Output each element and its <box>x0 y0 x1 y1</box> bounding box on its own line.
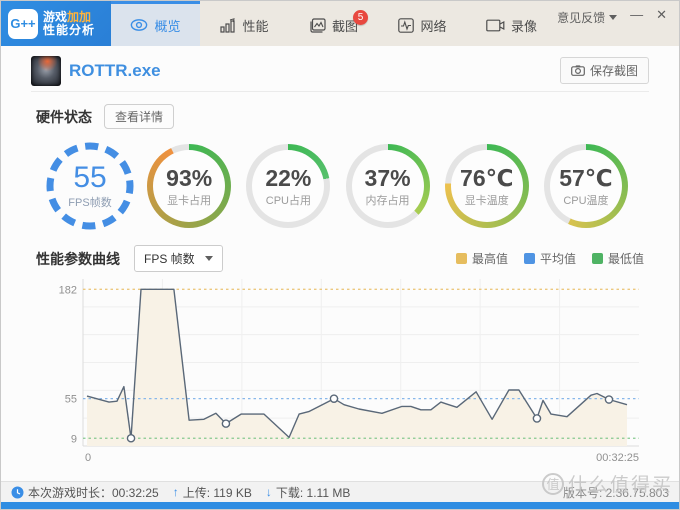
tab-label: 性能 <box>242 16 268 35</box>
gauge-value: 22% <box>265 165 311 191</box>
chevron-down-icon <box>205 256 213 261</box>
game-duration: 本次游戏时长：00:32:25 <box>11 484 159 501</box>
svg-text:55: 55 <box>65 394 77 406</box>
svg-text:9: 9 <box>71 433 77 445</box>
legend-max-swatch <box>456 253 467 264</box>
curve-title: 性能参数曲线 <box>36 249 120 269</box>
gauge-label: CPU占用 <box>265 192 311 208</box>
bars-icon <box>220 18 236 33</box>
hardware-status-header: 硬件状态 查看详情 <box>36 104 174 129</box>
gauge-value: 93% <box>166 165 212 191</box>
gauge-memory-usage: 37% 内存占用 <box>343 141 433 231</box>
camera-icon <box>571 65 585 76</box>
gauge-label: 内存占用 <box>365 192 411 208</box>
save-screenshot-label: 保存截图 <box>590 62 638 79</box>
app-window: G++ 游戏加加 性能分析 概览 性能 <box>0 0 680 510</box>
tab-screenshot[interactable]: 截图 5 <box>289 1 378 46</box>
feedback-menu[interactable]: 意见反馈 <box>557 9 617 26</box>
bottom-accent-strip <box>1 502 679 509</box>
tab-label: 网络 <box>420 16 446 35</box>
legend-avg-swatch <box>524 253 535 264</box>
game-header: ROTTR.exe 保存截图 <box>31 54 649 92</box>
gauge-cpu-temp: 57℃ CPU温度 <box>541 141 631 231</box>
gauge-label: 显卡温度 <box>460 192 513 208</box>
clock-icon <box>11 486 24 499</box>
fps-chart-container: 182 55 90 00:32:25 <box>34 279 648 472</box>
brand-line2: 性能分析 <box>43 24 95 37</box>
tab-network[interactable]: 网络 <box>378 1 467 46</box>
tab-record[interactable]: 录像 <box>467 1 556 46</box>
legend-max: 最高值 <box>456 250 508 267</box>
feedback-label: 意见反馈 <box>557 9 605 26</box>
gauge-label: FPS帧数 <box>68 194 111 210</box>
chevron-down-icon <box>609 15 617 20</box>
legend-min: 最低值 <box>592 250 644 267</box>
eye-icon <box>130 18 148 32</box>
legend-min-swatch <box>592 253 603 264</box>
view-details-button[interactable]: 查看详情 <box>104 104 174 129</box>
gamepp-logo-icon: G++ <box>8 9 38 39</box>
gauge-value: 57℃ <box>559 165 612 191</box>
hardware-status-title: 硬件状态 <box>36 107 92 127</box>
tab-label: 概览 <box>154 16 180 35</box>
metric-dropdown[interactable]: FPS 帧数 <box>134 245 223 272</box>
gauge-label: 显卡占用 <box>166 192 212 208</box>
game-title: ROTTR.exe <box>69 61 161 81</box>
close-button[interactable]: ✕ <box>656 9 667 21</box>
status-bar: 本次游戏时长：00:32:25 ↑ 上传: 119 KB ↓ 下载: 1.11 … <box>1 481 679 509</box>
fps-chart: 182 55 90 00:32:25 <box>34 279 648 467</box>
download-arrow-icon: ↓ <box>266 485 272 499</box>
video-icon <box>486 19 505 32</box>
brand-line1: 游戏加加 <box>43 11 95 24</box>
pulse-icon <box>398 18 414 33</box>
minimize-button[interactable]: — <box>630 9 643 21</box>
app-logo: G++ 游戏加加 性能分析 <box>1 1 111 46</box>
gauge-value: 55 <box>68 163 111 193</box>
download-speed: ↓ 下载: 1.11 MB <box>266 484 350 501</box>
gauge-value: 76℃ <box>460 165 513 191</box>
gauge-cpu-usage: 22% CPU占用 <box>243 141 333 231</box>
gauge-label: CPU温度 <box>559 192 612 208</box>
gauges-row: 55 FPS帧数 93% 显卡占用 22% CPU占用 37% 内存占用 <box>1 141 679 231</box>
gauge-gpu-usage: 93% 显卡占用 <box>144 141 234 231</box>
tab-bar: 概览 性能 截图 5 <box>111 1 557 46</box>
svg-text:0: 0 <box>85 452 91 464</box>
save-screenshot-button[interactable]: 保存截图 <box>560 57 649 84</box>
photo-icon <box>309 18 326 33</box>
upload-speed: ↑ 上传: 119 KB <box>173 484 252 501</box>
gauge-fps: 55 FPS帧数 <box>45 141 135 231</box>
window-controls: 意见反馈 — ✕ <box>557 1 679 46</box>
tab-performance[interactable]: 性能 <box>200 1 289 46</box>
svg-text:00:32:25: 00:32:25 <box>596 452 639 464</box>
top-bar: G++ 游戏加加 性能分析 概览 性能 <box>1 1 679 46</box>
metric-dropdown-value: FPS 帧数 <box>144 250 195 267</box>
gauge-gpu-temp: 76℃ 显卡温度 <box>442 141 532 231</box>
svg-text:182: 182 <box>59 284 77 296</box>
legend-avg: 平均值 <box>524 250 576 267</box>
curve-section-header: 性能参数曲线 FPS 帧数 最高值 平均值 最低值 <box>36 245 644 272</box>
chart-legend: 最高值 平均值 最低值 <box>456 250 644 267</box>
version-number: 版本号: 2.36.75.803 <box>563 484 669 501</box>
screenshot-count-badge: 5 <box>353 10 368 25</box>
upload-arrow-icon: ↑ <box>173 485 179 499</box>
tab-label: 录像 <box>511 16 537 35</box>
game-icon <box>31 56 61 86</box>
gauge-value: 37% <box>365 165 411 191</box>
tab-overview[interactable]: 概览 <box>111 1 200 46</box>
